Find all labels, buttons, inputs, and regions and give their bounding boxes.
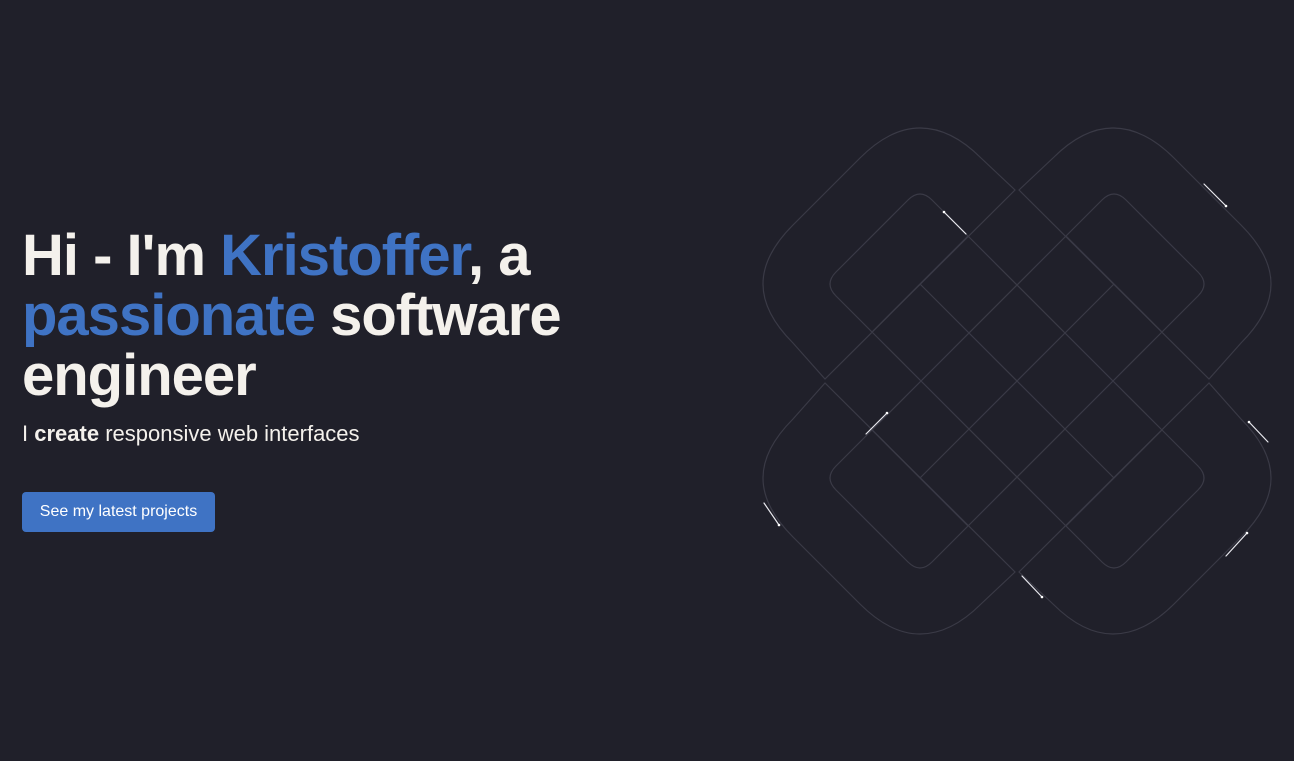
hero-subtitle: I create responsive web interfaces — [22, 420, 662, 448]
light-dot-2 — [1224, 204, 1228, 208]
light-streak-2 — [1203, 183, 1227, 207]
light-streak-7 — [1021, 575, 1043, 598]
decorative-pattern-graphic — [762, 127, 1272, 635]
hero-section: Hi - I'm Kristoffer, a passionate softwa… — [22, 226, 662, 448]
hero-adjective: passionate — [22, 283, 316, 348]
hero-title: Hi - I'm Kristoffer, a passionate softwa… — [22, 226, 662, 406]
light-dot-5 — [777, 523, 781, 527]
light-dot-1 — [942, 210, 946, 214]
light-streak-3 — [865, 412, 888, 435]
light-dot-7 — [1040, 595, 1044, 599]
light-dot-3 — [885, 411, 889, 415]
see-projects-button[interactable]: See my latest projects — [22, 492, 215, 532]
hero-name: Kristoffer — [220, 223, 469, 288]
light-streak-1 — [943, 211, 967, 235]
light-dot-6 — [1245, 531, 1249, 535]
light-streak-4 — [1248, 421, 1269, 443]
hero-subtitle-intro: I — [22, 421, 35, 446]
page: Hi - I'm Kristoffer, a passionate softwa… — [0, 0, 1294, 761]
hero-title-connector: , a — [467, 223, 530, 288]
light-streak-6 — [1225, 532, 1248, 557]
hero-subtitle-emphasis: create — [34, 421, 100, 446]
hero-subtitle-rest: responsive web interfaces — [99, 421, 360, 446]
hero-title-intro: Hi - I'm — [22, 223, 221, 288]
light-dot-4 — [1247, 420, 1251, 424]
